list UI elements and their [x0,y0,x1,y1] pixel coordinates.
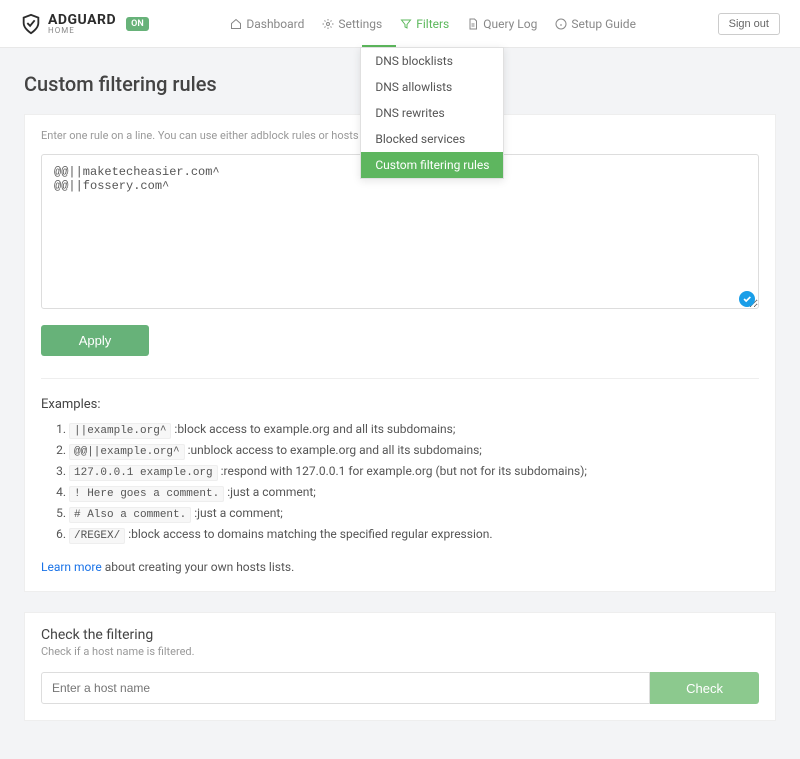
examples-title: Examples: [41,397,759,412]
check-button[interactable]: Check [650,672,759,704]
list-item: @@||example.org^ :unblock access to exam… [69,443,759,458]
example-desc: :block access to example.org and all its… [174,422,455,436]
example-code: @@||example.org^ [69,444,185,460]
example-desc: :unblock access to example.org and all i… [188,443,482,457]
info-icon [555,18,567,30]
main-nav: Dashboard Settings Filters Query Log Set… [230,13,636,35]
check-sub: Check if a host name is filtered. [41,645,759,658]
example-desc: :block access to domains matching the sp… [128,527,492,541]
gear-icon [322,18,334,30]
shield-icon [20,13,42,35]
example-code: /REGEX/ [69,528,125,544]
example-code: 127.0.0.1 example.org [69,465,218,481]
home-icon [230,18,242,30]
rules-card: Enter one rule on a line. You can use ei… [24,114,776,592]
logo[interactable]: ADGUARD HOME ON [20,12,149,35]
nav-settings[interactable]: Settings [322,13,382,35]
nav-dashboard[interactable]: Dashboard [230,13,304,35]
dropdown-dns-allowlists[interactable]: DNS allowlists [361,74,503,100]
list-item: ||example.org^ :block access to example.… [69,422,759,437]
status-badge: ON [126,17,149,31]
list-item: # Also a comment. :just a comment; [69,506,759,521]
dropdown-blocked-services[interactable]: Blocked services [361,126,503,152]
header: ADGUARD HOME ON Dashboard Settings Filte… [0,0,800,48]
dropdown-custom-filtering[interactable]: Custom filtering rules [361,152,503,178]
example-desc: :respond with 127.0.0.1 for example.org … [221,464,587,478]
nav-filters[interactable]: Filters [400,13,449,35]
hostname-input[interactable] [41,672,650,704]
list-item: /REGEX/ :block access to domains matchin… [69,527,759,542]
filter-icon [400,18,412,30]
nav-label: Dashboard [246,17,304,31]
example-code: ||example.org^ [69,423,171,439]
apply-button[interactable]: Apply [41,325,149,356]
examples-list: ||example.org^ :block access to example.… [41,422,759,542]
learn-more-link[interactable]: Learn more [41,560,102,574]
list-item: 127.0.0.1 example.org :respond with 127.… [69,464,759,479]
example-desc: :just a comment; [194,506,283,520]
dropdown-dns-blocklists[interactable]: DNS blocklists [361,48,503,74]
check-row: Check [41,672,759,704]
nav-label: Query Log [483,17,537,31]
divider [41,378,759,379]
check-title: Check the filtering [41,627,759,643]
learn-more-suffix: about creating your own hosts lists. [102,560,295,574]
example-code: # Also a comment. [69,507,191,523]
nav-setup[interactable]: Setup Guide [555,13,636,35]
nav-label: Settings [338,17,382,31]
document-icon [467,18,479,30]
valid-check-icon [739,291,755,307]
dropdown-dns-rewrites[interactable]: DNS rewrites [361,100,503,126]
example-desc: :just a comment; [227,485,316,499]
check-card: Check the filtering Check if a host name… [24,612,776,721]
signout-button[interactable]: Sign out [718,13,780,35]
nav-querylog[interactable]: Query Log [467,13,537,35]
example-code: ! Here goes a comment. [69,486,224,502]
filters-dropdown: DNS blocklists DNS allowlists DNS rewrit… [360,47,504,179]
nav-label: Setup Guide [571,17,636,31]
list-item: ! Here goes a comment. :just a comment; [69,485,759,500]
nav-label: Filters [416,17,449,31]
